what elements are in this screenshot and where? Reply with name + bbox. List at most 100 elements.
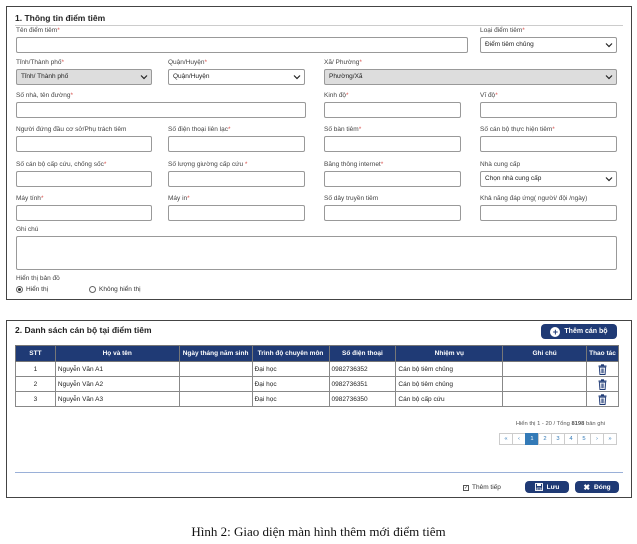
add-staff-label: Thêm cán bộ (564, 328, 608, 335)
table-row: 1 Nguyễn Văn A1 Đại học 0982736352 Cán b… (15, 361, 620, 377)
them-tiep-checkbox[interactable]: ✓ Thêm tiếp (463, 484, 501, 491)
label-may-in: Máy in* (168, 195, 190, 202)
loai-diem-tiem-select[interactable]: Điểm tiêm chủng (480, 37, 617, 53)
cell-nhiem-vu: Cán bộ tiêm chủng (395, 376, 504, 392)
chevron-down-icon (293, 75, 301, 80)
label-nguoi-dung-dau: Người đứng đầu cơ sở/Phụ trách tiêm (16, 126, 127, 133)
col-header-trinh-do: Trình độ chuyên môn (251, 345, 330, 362)
so-can-bo-cap-cuu-input[interactable] (16, 171, 152, 187)
label-so-nha: Số nhà, tên đường* (16, 92, 74, 99)
xa-value: Phường/Xã (329, 73, 363, 80)
so-luong-giuong-input[interactable] (168, 171, 305, 187)
nha-cung-cap-select[interactable]: Chọn nhà cung cấp (480, 171, 617, 187)
page-next-button[interactable]: › (590, 433, 604, 445)
trash-icon[interactable] (598, 378, 607, 390)
page-4-button[interactable]: 4 (564, 433, 578, 445)
cell-ngay-sinh (178, 391, 253, 407)
point-info-panel: 1. Thông tin điểm tiêm Tên điểm tiêm* Lo… (6, 6, 632, 300)
ghi-chu-textarea[interactable] (16, 236, 617, 270)
so-ban-tiem-input[interactable] (324, 136, 461, 152)
label-so-day-truyen: Số dây truyền tiêm (324, 195, 379, 202)
so-can-bo-thuc-hien-input[interactable] (480, 136, 617, 152)
cell-trinh-do: Đại học (251, 361, 330, 377)
label-tinh: Tỉnh/Thành phố* (16, 59, 65, 66)
radio-khong-hien-thi[interactable]: Không hiển thị (89, 286, 141, 293)
label-sdt-lien-lac: Số điện thoại liên lạc* (168, 126, 231, 133)
kha-nang-dap-ung-input[interactable] (480, 205, 617, 221)
label-kha-nang-dap-ung: Khả năng đáp ứng( người/ đội /ngày) (480, 195, 588, 202)
label-kinh-do: Kinh độ* (324, 92, 349, 99)
cell-ghi-chu (502, 376, 587, 392)
page-last-button[interactable]: » (603, 433, 617, 445)
page-1-button[interactable]: 1 (525, 433, 539, 445)
close-label: Đóng (594, 483, 611, 491)
may-in-input[interactable] (168, 205, 305, 221)
label-quan: Quận/Huyện* (168, 59, 208, 66)
page-3-button[interactable]: 3 (551, 433, 565, 445)
col-header-sdt: Số điện thoại (328, 345, 397, 362)
quan-select[interactable]: Quận/Huyện (168, 69, 305, 85)
chevron-down-icon (605, 75, 613, 80)
col-header-stt: STT (15, 345, 56, 362)
radio-khong-hien-thi-label: Không hiển thị (99, 286, 141, 293)
radio-hien-thi[interactable]: Hiển thị (16, 286, 48, 293)
cell-thao-tac (585, 361, 620, 377)
save-button[interactable]: Lưu (525, 481, 569, 493)
chevron-down-icon (605, 43, 613, 48)
cell-ho-ten: Nguyễn Văn A1 (54, 361, 180, 377)
sdt-lien-lac-input[interactable] (168, 136, 305, 152)
page-5-button[interactable]: 5 (577, 433, 591, 445)
label-ten-diem-tiem: Tên điểm tiêm* (16, 27, 60, 34)
quan-value: Quận/Huyện (173, 73, 210, 80)
tinh-select[interactable]: Tỉnh/ Thành phố (16, 69, 152, 85)
col-header-ghi-chu: Ghi chú (502, 345, 587, 362)
staff-list-panel: 2. Danh sách cán bộ tại điểm tiêm + Thêm… (6, 320, 632, 498)
trash-icon[interactable] (598, 393, 607, 405)
section2-title: 2. Danh sách cán bộ tại điểm tiêm (15, 325, 152, 335)
cell-sdt: 0982736352 (328, 361, 397, 377)
kinh-do-input[interactable] (324, 102, 461, 118)
page-2-button[interactable]: 2 (538, 433, 552, 445)
label-so-can-bo-cap-cuu: Số cán bộ cấp cứu, chống sốc* (16, 161, 107, 168)
cell-thao-tac (585, 391, 620, 407)
label-nha-cung-cap: Nhà cung cấp (480, 161, 521, 168)
cell-stt: 1 (15, 361, 56, 377)
section1-divider (15, 25, 623, 26)
page-prev-button[interactable]: ‹ (512, 433, 526, 445)
label-so-ban-tiem: Số bàn tiêm* (324, 126, 362, 133)
so-nha-input[interactable] (16, 102, 306, 118)
cell-stt: 2 (15, 376, 56, 392)
cell-trinh-do: Đại học (251, 391, 330, 407)
cell-ngay-sinh (178, 376, 253, 392)
may-tinh-input[interactable] (16, 205, 152, 221)
add-staff-button[interactable]: + Thêm cán bộ (541, 324, 617, 339)
col-header-thao-tac: Thao tác (585, 345, 620, 362)
tinh-value: Tỉnh/ Thành phố (21, 73, 69, 80)
xa-select[interactable]: Phường/Xã (324, 69, 617, 85)
cell-ghi-chu (502, 391, 587, 407)
col-header-nhiem-vu: Nhiệm vụ (395, 345, 504, 362)
label-hien-thi-ban-do: Hiển thị bản đồ (16, 275, 60, 282)
cell-trinh-do: Đại học (251, 376, 330, 392)
vi-do-input[interactable] (480, 102, 617, 118)
cell-nhiem-vu: Cán bộ cấp cứu (395, 391, 504, 407)
label-so-can-bo-thuc-hien: Số cán bộ thực hiện tiêm* (480, 126, 555, 133)
nha-cung-cap-value: Chọn nhà cung cấp (485, 175, 542, 182)
label-bang-thong: Băng thông internet* (324, 161, 384, 168)
pagination-info: Hiển thị 1 - 20 / Tổng 8198 bản ghi (515, 421, 605, 427)
label-ghi-chu: Ghi chú (16, 226, 39, 233)
trash-icon[interactable] (598, 363, 607, 375)
cell-stt: 3 (15, 391, 56, 407)
ten-diem-tiem-input[interactable] (16, 37, 468, 53)
close-button[interactable]: ✖ Đóng (575, 481, 619, 493)
nguoi-dung-dau-input[interactable] (16, 136, 152, 152)
checkbox-checked-icon: ✓ (463, 484, 469, 491)
page-first-button[interactable]: « (499, 433, 513, 445)
bang-thong-input[interactable] (324, 171, 461, 187)
radio-dot-icon (16, 286, 23, 293)
chevron-down-icon (140, 75, 148, 80)
so-day-truyen-input[interactable] (324, 205, 461, 221)
chevron-down-icon (605, 177, 613, 182)
cell-sdt: 0982736351 (328, 376, 397, 392)
col-header-ho-ten: Họ và tên (54, 345, 180, 362)
